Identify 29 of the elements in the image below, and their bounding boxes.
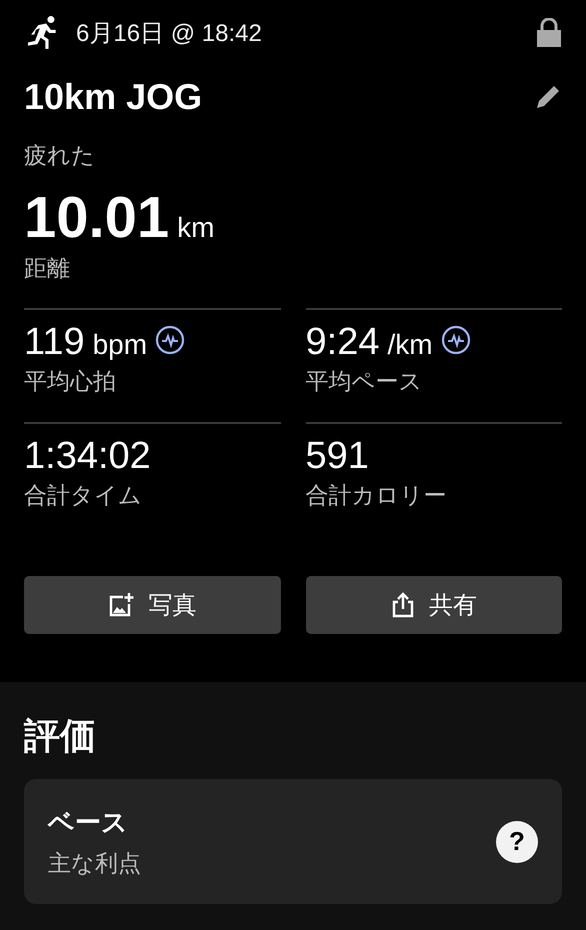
activity-title: 10km JOG bbox=[24, 76, 202, 118]
stat-label: 合計タイム bbox=[24, 480, 143, 510]
pencil-icon[interactable] bbox=[534, 83, 562, 111]
distance-label: 距離 bbox=[24, 254, 71, 283]
feeling-text: 疲れた bbox=[24, 141, 96, 170]
stat-value: 119 bbox=[24, 322, 85, 364]
activity-datetime: 6月16日 @ 18:42 bbox=[76, 19, 262, 49]
share-icon bbox=[390, 592, 415, 618]
stat-value: 9:24 bbox=[306, 322, 380, 364]
stat-value: 1:34:02 bbox=[24, 436, 151, 478]
add-photo-icon bbox=[108, 592, 134, 618]
card-subtitle: 主な利点 bbox=[48, 848, 141, 878]
stat-unit: /km bbox=[387, 329, 433, 361]
help-button[interactable]: ? bbox=[496, 820, 538, 862]
distance-value: 10.01 bbox=[24, 189, 170, 247]
heart-rate-icon bbox=[155, 325, 186, 356]
stat-label: 合計カロリー bbox=[306, 480, 448, 510]
photo-button[interactable]: 写真 bbox=[24, 576, 280, 634]
stat-label: 平均ペース bbox=[306, 366, 424, 396]
stat-value: 591 bbox=[306, 436, 369, 478]
stat-unit: bpm bbox=[92, 329, 148, 361]
evaluation-card[interactable]: ベース 主な利点 ? bbox=[24, 779, 562, 904]
section-heading: 評価 bbox=[24, 714, 97, 758]
lock-icon bbox=[536, 18, 562, 48]
card-title: ベース bbox=[48, 806, 129, 838]
distance-unit: km bbox=[177, 212, 214, 244]
heart-rate-icon bbox=[440, 325, 471, 356]
share-button[interactable]: 共有 bbox=[306, 576, 562, 634]
stat-label: 平均心拍 bbox=[24, 366, 117, 396]
